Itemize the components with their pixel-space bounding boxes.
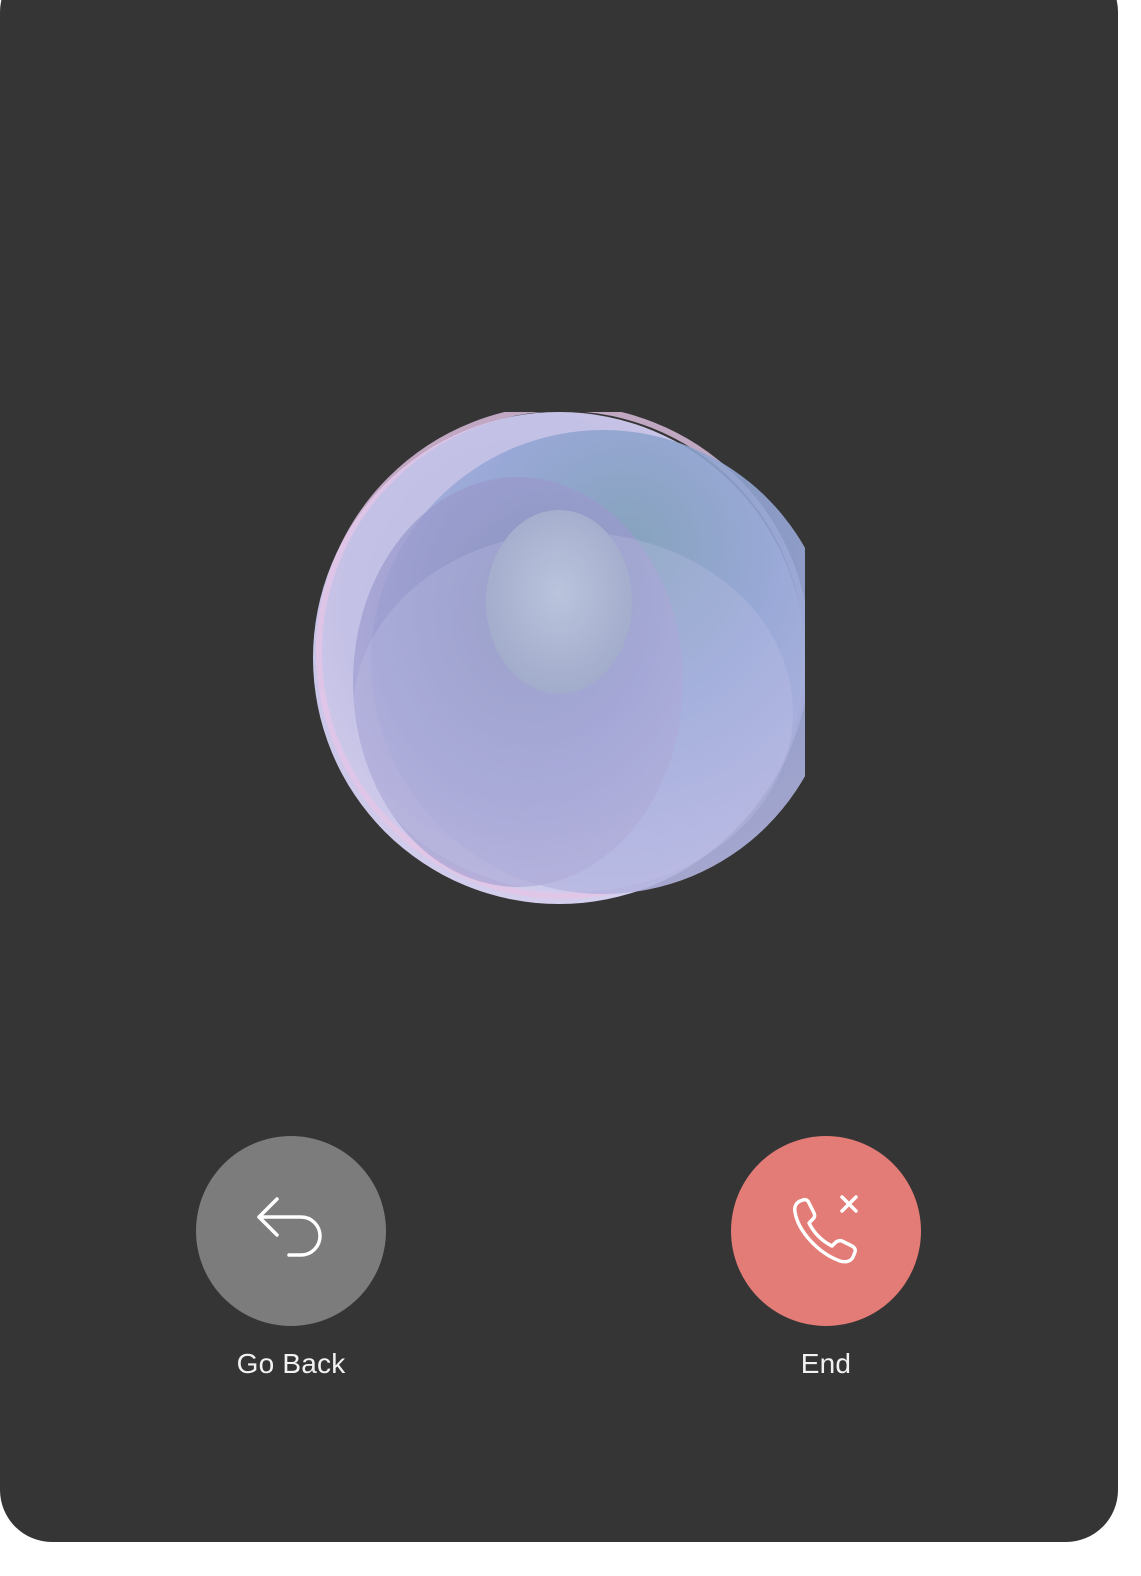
go-back-button[interactable] xyxy=(196,1136,386,1326)
voice-orb xyxy=(313,412,805,904)
call-screen: Go Back End xyxy=(0,0,1118,1542)
go-back-label: Go Back xyxy=(236,1348,346,1379)
go-back-action: Go Back xyxy=(196,1136,386,1380)
phone-end-icon xyxy=(793,1195,858,1264)
voice-orb-graphic xyxy=(313,412,805,904)
end-call-action: End xyxy=(731,1136,921,1380)
end-call-label: End xyxy=(800,1348,852,1379)
end-call-button[interactable] xyxy=(731,1136,921,1326)
back-arrow-icon xyxy=(257,1197,322,1257)
